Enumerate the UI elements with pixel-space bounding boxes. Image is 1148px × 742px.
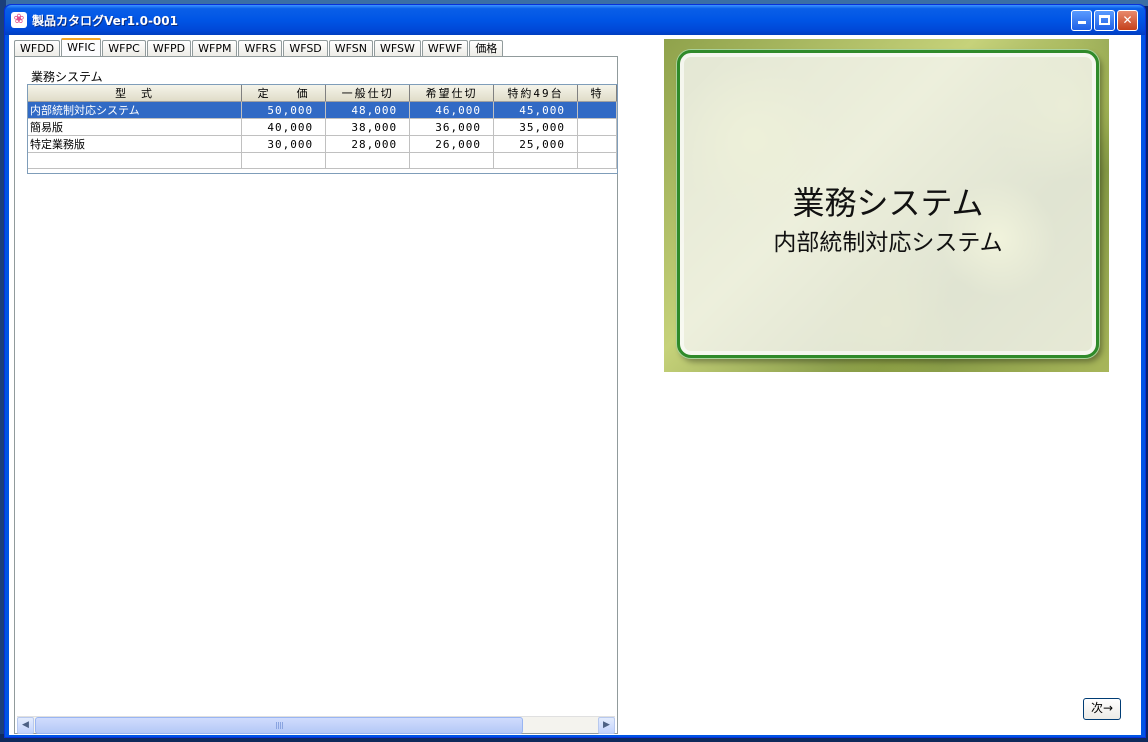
preview-title: 業務システム: [792, 184, 984, 222]
cell-desired-price: 26,000: [409, 135, 495, 153]
tab-wfpd[interactable]: WFPD: [146, 40, 192, 57]
arrow-left-icon: ◀: [22, 720, 29, 730]
cell-model: 簡易版: [28, 118, 243, 136]
title-bar[interactable]: ❀ 製品カタログVer1.0-001 ✕: [5, 5, 1145, 35]
maximize-button[interactable]: [1094, 10, 1115, 31]
scroll-right-button[interactable]: ▶: [598, 717, 615, 734]
cell-special-49: 35,000: [493, 118, 579, 136]
tab-wfpc[interactable]: WFPC: [102, 40, 146, 57]
tab-strip: WFDD WFIC WFPC WFPD WFPM WFRS WFSD WFSN …: [14, 38, 504, 57]
tab-wfic[interactable]: WFIC: [61, 38, 102, 57]
cell-special-49: [493, 152, 579, 169]
tab-wfpm[interactable]: WFPM: [192, 40, 238, 57]
tab-wfsw[interactable]: WFSW: [374, 40, 421, 57]
cell-model: 特定業務版: [28, 135, 243, 153]
window-title: 製品カタログVer1.0-001: [32, 14, 178, 28]
cell-special: [577, 135, 617, 153]
next-button[interactable]: 次→: [1083, 698, 1121, 720]
table-row[interactable]: 特定業務版 30,000 28,000 26,000 25,000: [28, 135, 617, 153]
tab-panel: 業務システム 型 式 定 価 一般仕切 希望仕切 特約49台 特 内部統制対応シ…: [14, 56, 618, 734]
tab-wfdd[interactable]: WFDD: [14, 40, 61, 57]
group-label: 業務システム: [31, 70, 103, 84]
product-preview-image: 業務システム 内部統制対応システム: [664, 39, 1109, 372]
arrow-right-icon: ▶: [603, 720, 610, 730]
minimize-icon: [1077, 21, 1086, 24]
cell-list-price: 40,000: [241, 118, 327, 136]
cell-special: [577, 118, 617, 136]
cell-model: 内部統制対応システム: [28, 101, 243, 119]
cell-desired-price: [409, 152, 495, 169]
product-grid[interactable]: 型 式 定 価 一般仕切 希望仕切 特約49台 特 内部統制対応システム 50,…: [27, 84, 618, 174]
close-icon: ✕: [1122, 13, 1133, 27]
app-window: ❀ 製品カタログVer1.0-001 ✕ WFDD WFIC WFPC WFPD…: [4, 4, 1146, 738]
sakura-icon[interactable]: ❀: [11, 12, 27, 28]
column-header-special-49[interactable]: 特約49台: [493, 85, 579, 102]
minimize-button[interactable]: [1071, 10, 1092, 31]
maximize-icon: [1099, 15, 1110, 25]
table-row[interactable]: 内部統制対応システム 50,000 48,000 46,000 45,000: [28, 101, 617, 119]
tab-wfrs[interactable]: WFRS: [238, 40, 283, 57]
preview-frame: 業務システム 内部統制対応システム: [677, 50, 1099, 358]
column-header-special[interactable]: 特: [577, 85, 617, 102]
cell-general-price: 38,000: [325, 118, 411, 136]
tab-wfsn[interactable]: WFSN: [328, 40, 374, 57]
grid-header-row: 型 式 定 価 一般仕切 希望仕切 特約49台 特: [28, 85, 617, 102]
cell-general-price: 48,000: [325, 101, 411, 119]
cell-desired-price: 36,000: [409, 118, 495, 136]
column-header-general-price[interactable]: 一般仕切: [325, 85, 411, 102]
scroll-thumb[interactable]: [35, 717, 523, 734]
tab-price[interactable]: 価格: [469, 40, 504, 57]
tab-wfsd[interactable]: WFSD: [283, 40, 328, 57]
preview-subtitle: 内部統制対応システム: [773, 230, 1003, 256]
grip-icon: [276, 722, 284, 729]
close-button[interactable]: ✕: [1117, 10, 1138, 31]
column-header-model[interactable]: 型 式: [28, 85, 243, 102]
table-row[interactable]: [28, 152, 617, 169]
cell-model: [28, 152, 243, 169]
cell-list-price: [241, 152, 327, 169]
cell-special-49: 45,000: [493, 101, 579, 119]
table-row[interactable]: 簡易版 40,000 38,000 36,000 35,000: [28, 118, 617, 136]
column-header-desired-price[interactable]: 希望仕切: [409, 85, 495, 102]
product-table: 型 式 定 価 一般仕切 希望仕切 特約49台 特 内部統制対応システム 50,…: [28, 85, 617, 169]
client-area: WFDD WFIC WFPC WFPD WFPM WFRS WFSD WFSN …: [9, 35, 1141, 735]
cell-list-price: 50,000: [241, 101, 327, 119]
horizontal-scrollbar[interactable]: ◀ ▶: [17, 716, 615, 734]
cell-special: [577, 101, 617, 119]
cell-special-49: 25,000: [493, 135, 579, 153]
cell-general-price: [325, 152, 411, 169]
cell-special: [577, 152, 617, 169]
cell-list-price: 30,000: [241, 135, 327, 153]
tab-wfwf[interactable]: WFWF: [421, 40, 469, 57]
cell-general-price: 28,000: [325, 135, 411, 153]
scroll-left-button[interactable]: ◀: [17, 717, 34, 734]
column-header-list-price[interactable]: 定 価: [241, 85, 327, 102]
cell-desired-price: 46,000: [409, 101, 495, 119]
